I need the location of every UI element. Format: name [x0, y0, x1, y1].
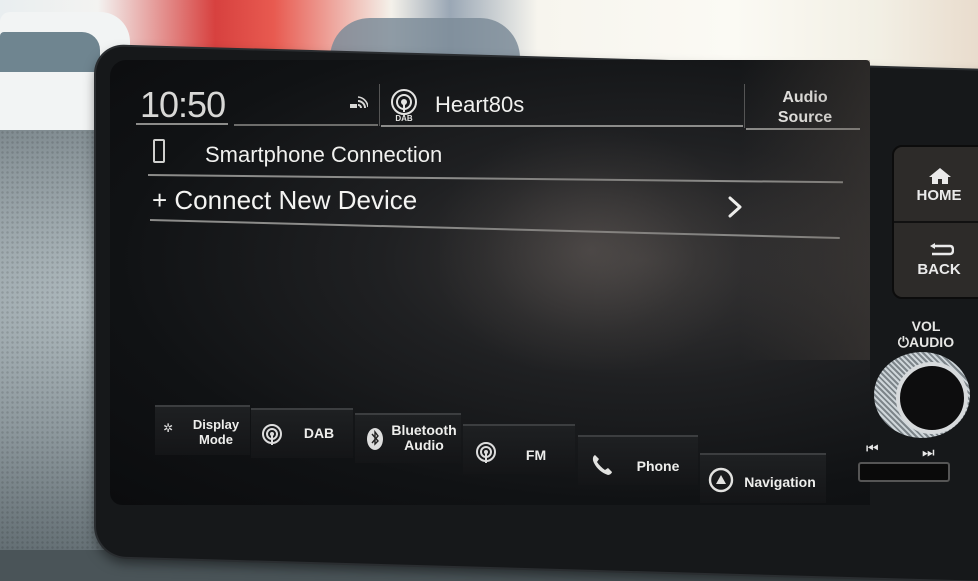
seek-rocker[interactable] — [858, 462, 950, 482]
fm-radio-icon — [476, 442, 496, 463]
chevron-right-icon — [728, 196, 742, 218]
home-label: HOME — [916, 187, 962, 204]
audio-source-label-2: Source — [777, 109, 833, 126]
background-car-window — [0, 32, 100, 72]
dab-label: DAB — [303, 425, 335, 441]
bluetooth-audio-label-1: Bluetooth — [391, 422, 457, 438]
dab-radio-icon — [262, 424, 282, 445]
navigation-icon — [708, 467, 734, 493]
back-button[interactable]: BACK — [894, 223, 978, 297]
audio-label: AUDIO — [908, 334, 955, 350]
audio-source-button[interactable]: Audio Source — [760, 88, 850, 128]
knob-face — [896, 362, 968, 434]
dab-button[interactable]: DAB — [251, 408, 353, 458]
dab-badge: DAB — [395, 114, 413, 122]
audio-source-label-1: Audio — [782, 89, 828, 106]
clock-underline — [136, 123, 228, 125]
svg-text:✲: ✲ — [163, 421, 173, 435]
display-mode-label-2: Mode — [199, 432, 233, 447]
vol-audio-label: VOL ⏻AUDIO — [886, 318, 966, 350]
previous-track-icon: ⏮ — [866, 440, 878, 456]
next-track-button[interactable]: ⏭ — [922, 444, 934, 461]
bluetooth-icon — [367, 428, 383, 450]
navigation-button[interactable]: Navigation — [700, 453, 826, 503]
display-mode-button[interactable]: ✲ Display Mode — [155, 405, 250, 455]
divider — [379, 84, 380, 126]
fm-button[interactable]: FM — [463, 424, 575, 474]
power-icon: ⏻ — [897, 334, 909, 350]
previous-track-button[interactable]: ⏮ — [866, 440, 878, 457]
smartphone-icon — [153, 139, 165, 163]
next-track-icon: ⏭ — [922, 444, 934, 460]
display-mode-label-1: Display — [192, 417, 240, 432]
back-arrow-icon — [930, 243, 954, 256]
section-title: Smartphone Connection — [205, 142, 443, 167]
divider — [744, 84, 745, 128]
dab-radio-icon: DAB — [391, 89, 417, 122]
back-label: BACK — [917, 261, 961, 278]
hardware-button-panel: HOME BACK — [892, 145, 978, 299]
phone-icon — [592, 455, 612, 475]
reception-signal-icon — [350, 96, 368, 109]
station-underline — [381, 125, 743, 127]
connect-new-device-item[interactable]: + Connect New Device — [148, 180, 840, 234]
home-icon — [929, 168, 951, 184]
connect-new-device-label: + Connect New Device — [152, 185, 418, 215]
phone-button[interactable]: Phone — [578, 435, 698, 485]
home-button[interactable]: HOME — [894, 147, 978, 223]
bluetooth-audio-label-2: Audio — [404, 437, 444, 453]
audio-source-underline — [746, 128, 860, 130]
status-underline — [234, 124, 378, 126]
vol-label: VOL — [911, 318, 941, 334]
bluetooth-audio-button[interactable]: Bluetooth Audio — [355, 413, 461, 463]
display-mode-icon: ✲ — [163, 421, 186, 435]
navigation-label: Navigation — [744, 474, 816, 490]
clock: 10:50 — [140, 84, 226, 125]
station-name: Heart80s — [435, 92, 525, 117]
phone-label: Phone — [636, 458, 680, 474]
volume-power-knob[interactable] — [874, 352, 970, 438]
fm-label: FM — [525, 447, 547, 463]
